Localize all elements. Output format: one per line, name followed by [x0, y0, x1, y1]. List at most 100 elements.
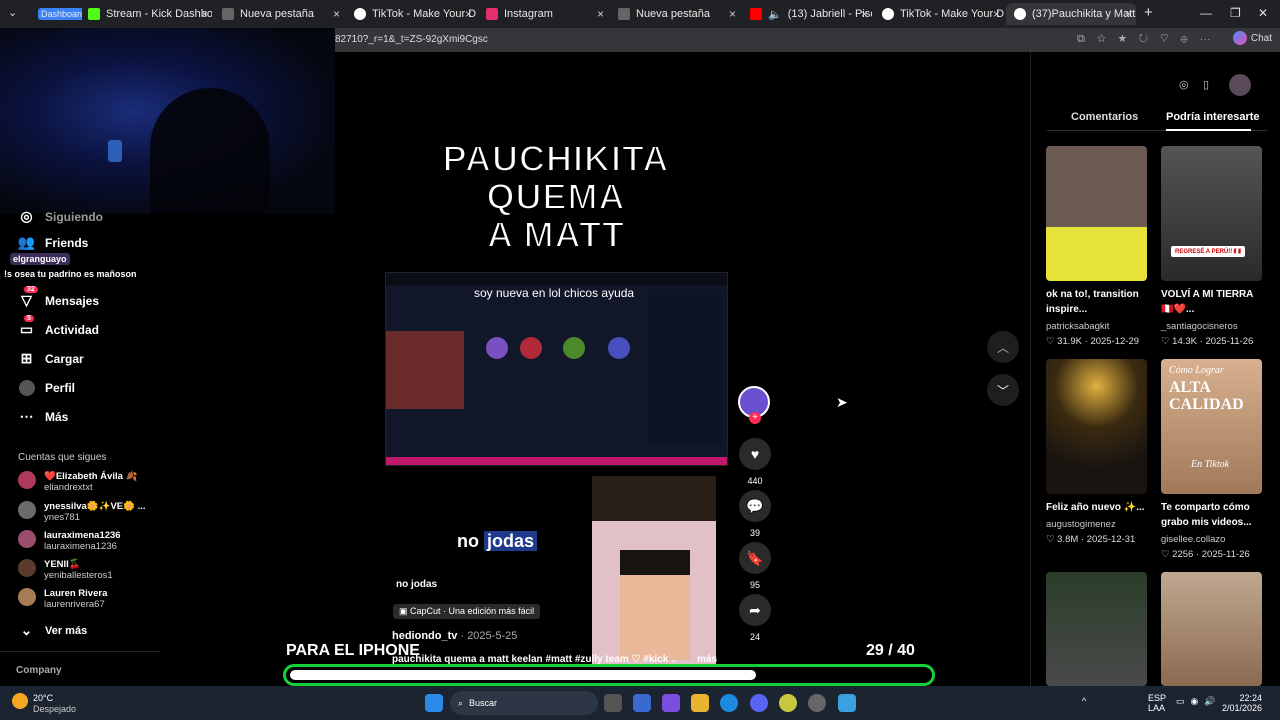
tab-dashboard[interactable]: Dashboard — [30, 3, 82, 25]
close-tab-icon[interactable]: × — [333, 7, 340, 21]
page-favicon-icon — [222, 8, 234, 20]
weather-desc[interactable]: Despejado — [33, 704, 76, 714]
tab-tiktok-active[interactable]: (37)Pauchikita y Matt Keel× — [1006, 3, 1136, 25]
messages-icon: ▽ 32 — [18, 286, 38, 309]
edge-icon[interactable] — [720, 694, 738, 712]
next-video-button[interactable]: ﹀ — [987, 374, 1019, 406]
start-icon[interactable] — [425, 694, 443, 712]
avatar[interactable] — [1229, 74, 1251, 96]
close-tab-icon[interactable]: × — [993, 7, 1000, 21]
store-icon[interactable] — [633, 694, 651, 712]
taskbar: 20°C Despejado ⌕ Buscar ^ ESP LAA ▭◉🔊 22:… — [0, 686, 1280, 720]
sidebar-item-profile[interactable]: Perfil — [18, 379, 75, 396]
close-tab-icon[interactable]: × — [201, 7, 208, 21]
instagram-favicon-icon — [486, 8, 498, 20]
company-link[interactable]: Company — [16, 665, 62, 676]
upload-icon: ⊞ — [20, 350, 33, 366]
suggested-video-card[interactable] — [1161, 572, 1262, 686]
see-more-link[interactable]: ⌄ Ver más — [18, 622, 88, 639]
address-bar[interactable]: 82710?_r=1&_t=ZS-92gXmi9Cgsc ⧉☆★↻♡⊕⋯ Cha… — [335, 28, 1280, 52]
video-thumbnail — [1046, 146, 1147, 281]
video-author[interactable]: hediondo_tv · 2025-5-25 — [392, 630, 517, 642]
like-button[interactable]: ♥ 440 — [739, 438, 771, 486]
clock[interactable]: 22:24 2/01/2026 — [1222, 693, 1262, 713]
device-icon[interactable]: ▯ — [1203, 78, 1209, 91]
lang-indicator[interactable]: ESP LAA — [1148, 693, 1166, 713]
tab-instagram[interactable]: Instagram × — [478, 3, 608, 25]
following-item[interactable]: ynessilva🌼✨VE🌼 ... ynes781 — [18, 501, 146, 523]
follow-plus-icon[interactable]: + — [749, 412, 761, 424]
chat-message: !s osea tu padrino es mañoson — [4, 269, 137, 279]
sidebar: ◎ Siguiendo 👥 Friends elgranguayo !s ose… — [0, 208, 335, 686]
share-button[interactable]: ➦ 24 — [739, 594, 771, 642]
video-thumbnail — [1161, 572, 1262, 686]
close-tab-icon[interactable]: × — [465, 7, 472, 21]
new-tab-button[interactable]: + — [1144, 4, 1153, 21]
close-tab-icon[interactable]: × — [861, 7, 868, 21]
task-view-icon[interactable] — [604, 694, 622, 712]
tab-kick-dashboard[interactable]: Stream - Kick Dashboard× — [80, 3, 212, 25]
speaker-icon[interactable]: 🔈 — [768, 8, 782, 21]
tray-chevron-icon[interactable]: ^ — [1082, 696, 1086, 706]
following-item[interactable]: ❤️Elizabeth Ávila 🍂 eliandrextxt — [18, 471, 137, 493]
suggested-video-card[interactable]: ok na to!, transition inspire... patrick… — [1046, 146, 1147, 347]
suggested-video-card[interactable]: REGRESÉ A PERÚ!! 🇵🇪 VOLVÍ A MI TIERRA 🇵🇪… — [1161, 146, 1262, 347]
following-item[interactable]: YENII🍒 yeniballesteros1 — [18, 559, 113, 581]
sidebar-item-upload[interactable]: ⊞ Cargar — [18, 350, 84, 367]
close-tab-icon[interactable]: × — [597, 7, 604, 21]
game-screenshot — [385, 272, 728, 466]
tab-new-1[interactable]: Nueva pestaña × — [214, 3, 344, 25]
suggested-video-card[interactable]: Feliz año nuevo ✨... augustogimenez ♡ 3.… — [1046, 359, 1147, 545]
sidebar-item-friends[interactable]: 👥 Friends — [18, 234, 89, 251]
person-silhouette — [150, 88, 270, 214]
app-icon[interactable] — [838, 694, 856, 712]
kick-favicon-icon — [88, 8, 100, 20]
following-item[interactable]: lauraximena1236 lauraximena1236 — [18, 530, 121, 552]
avatar — [18, 559, 36, 577]
tab-tiktok-2[interactable]: TikTok - Make Your Day× — [874, 3, 1004, 25]
profile-icon — [18, 379, 35, 396]
suggested-video-card[interactable]: Cómo Lograr ALTA CALIDAD En Tiktok Te co… — [1161, 359, 1262, 560]
app-icon[interactable] — [779, 694, 797, 712]
obs-icon[interactable] — [808, 694, 826, 712]
tab-comments[interactable]: Comentarios — [1071, 111, 1138, 123]
maximize-button[interactable]: ❐ — [1230, 6, 1241, 20]
share-icon: ➦ — [739, 594, 771, 626]
minimize-button[interactable]: — — [1200, 6, 1212, 20]
heart-icon: ♥ — [739, 438, 771, 470]
sidebar-item-more[interactable]: ⋯ Más — [18, 408, 69, 425]
save-button[interactable]: 🔖 95 — [739, 542, 771, 590]
previous-video-button[interactable]: ︿ — [987, 331, 1019, 363]
pip-icon[interactable]: ◎ — [1179, 78, 1189, 91]
tab-youtube[interactable]: 🔈 (13) Jabriell - Pisco So× — [742, 3, 872, 25]
tiktok-favicon-icon — [882, 8, 894, 20]
file-explorer-icon[interactable] — [691, 694, 709, 712]
tab-tiktok-1[interactable]: TikTok - Make Your Day× — [346, 3, 476, 25]
progress-bar[interactable] — [283, 664, 935, 686]
chat-username: elgranguayo — [10, 253, 70, 265]
activity-badge: 5 — [24, 315, 34, 322]
tray-icons[interactable]: ▭◉🔊 — [1176, 696, 1222, 707]
following-item[interactable]: Lauren Rivera laurenrivera67 — [18, 588, 107, 610]
weather-temp[interactable]: 20°C — [33, 693, 53, 703]
chat-button[interactable]: Chat — [1232, 31, 1272, 45]
capcut-tag[interactable]: ▣ CapCut · Una edición más fácil — [393, 604, 541, 619]
close-window-button[interactable]: ✕ — [1258, 6, 1268, 20]
discord-icon[interactable] — [750, 694, 768, 712]
close-tab-icon[interactable]: × — [729, 7, 736, 21]
close-tab-icon[interactable]: × — [1125, 7, 1132, 21]
copilot-app-icon[interactable] — [662, 694, 680, 712]
sidebar-item-activity[interactable]: ▭ 5 Actividad — [18, 315, 99, 338]
chevron-up-icon: ︿ — [996, 340, 1009, 355]
comment-button[interactable]: 💬 39 — [739, 490, 771, 538]
suggested-video-card[interactable] — [1046, 572, 1147, 686]
sidebar-item-messages[interactable]: ▽ 32 Mensajes — [18, 286, 99, 309]
counter: 29 / 40 — [866, 642, 915, 659]
tab-suggested[interactable]: Podría interesarte — [1166, 111, 1260, 123]
webcam-overlay — [0, 28, 335, 214]
taskbar-search[interactable]: ⌕ Buscar — [450, 691, 598, 715]
address-bar-icons[interactable]: ⧉☆★↻♡⊕⋯ — [1077, 33, 1223, 46]
tab-new-2[interactable]: Nueva pestaña × — [610, 3, 740, 25]
sidebar-item-following[interactable]: ◎ Siguiendo — [18, 208, 103, 225]
tab-list-chevron-icon[interactable]: ⌄ — [8, 6, 17, 19]
